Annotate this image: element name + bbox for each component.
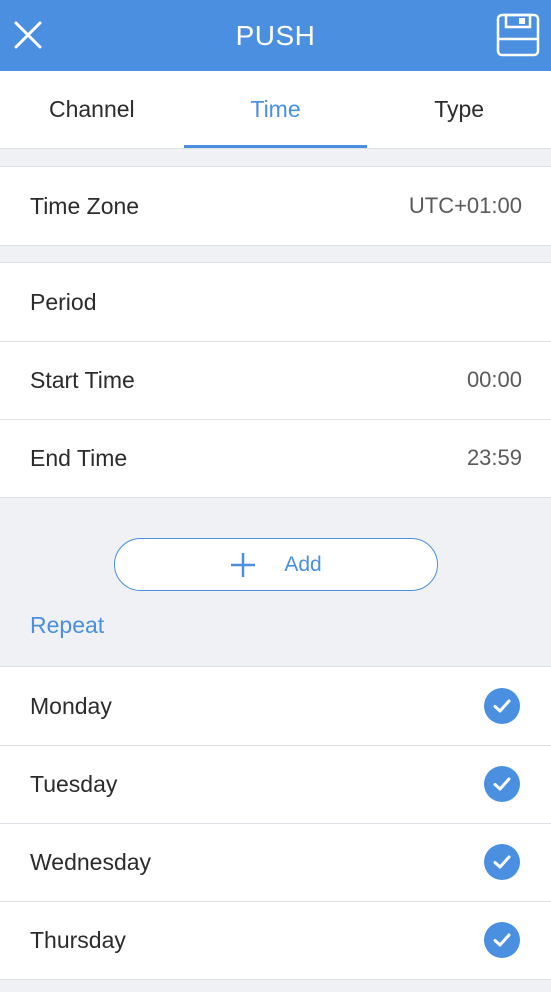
checkmark-icon[interactable] <box>484 922 520 958</box>
end-time-label: End Time <box>30 444 128 471</box>
start-time-label: Start Time <box>30 366 135 393</box>
day-row-tuesday[interactable]: Tuesday <box>0 745 551 823</box>
timezone-value: UTC+01:00 <box>408 193 522 218</box>
period-label: Period <box>30 288 97 315</box>
period-row: Period <box>0 263 551 341</box>
plus-icon <box>231 552 256 577</box>
timezone-section: Time Zone UTC+01:00 <box>0 166 551 246</box>
tab-time[interactable]: Time <box>183 71 368 148</box>
save-button[interactable] <box>495 12 541 58</box>
push-settings-screen: PUSH Channel Time Type Time Zone UTC+01:… <box>0 0 551 992</box>
timezone-label: Time Zone <box>30 192 140 219</box>
checkmark-icon[interactable] <box>484 688 520 724</box>
floppy-save-icon <box>496 13 540 57</box>
end-time-row[interactable]: End Time 23:59 <box>0 419 551 497</box>
start-time-value: 00:00 <box>466 367 522 392</box>
period-section: Period Start Time 00:00 End Time 23:59 <box>0 262 551 498</box>
tab-channel[interactable]: Channel <box>0 71 184 148</box>
add-period-button[interactable]: Add <box>114 538 438 591</box>
tab-bar: Channel Time Type <box>0 71 551 149</box>
add-button-label: Add <box>284 552 322 576</box>
day-row-monday[interactable]: Monday <box>0 667 551 745</box>
start-time-row[interactable]: Start Time 00:00 <box>0 341 551 419</box>
end-time-value: 23:59 <box>466 445 522 470</box>
repeat-heading: Repeat <box>30 612 105 638</box>
day-label: Monday <box>30 692 112 719</box>
day-label: Wednesday <box>30 848 152 875</box>
page-title: PUSH <box>235 19 316 51</box>
day-label: Tuesday <box>30 770 118 797</box>
day-row-thursday[interactable]: Thursday <box>0 901 551 979</box>
checkmark-icon[interactable] <box>484 766 520 802</box>
tab-type[interactable]: Type <box>367 71 551 148</box>
checkmark-icon[interactable] <box>484 844 520 880</box>
timezone-row[interactable]: Time Zone UTC+01:00 <box>0 167 551 245</box>
repeat-days-list: Monday Tuesday Wednesday Thursday <box>0 666 551 980</box>
header-bar: PUSH <box>0 0 551 71</box>
day-label: Thursday <box>30 926 126 953</box>
day-row-wednesday[interactable]: Wednesday <box>0 823 551 901</box>
